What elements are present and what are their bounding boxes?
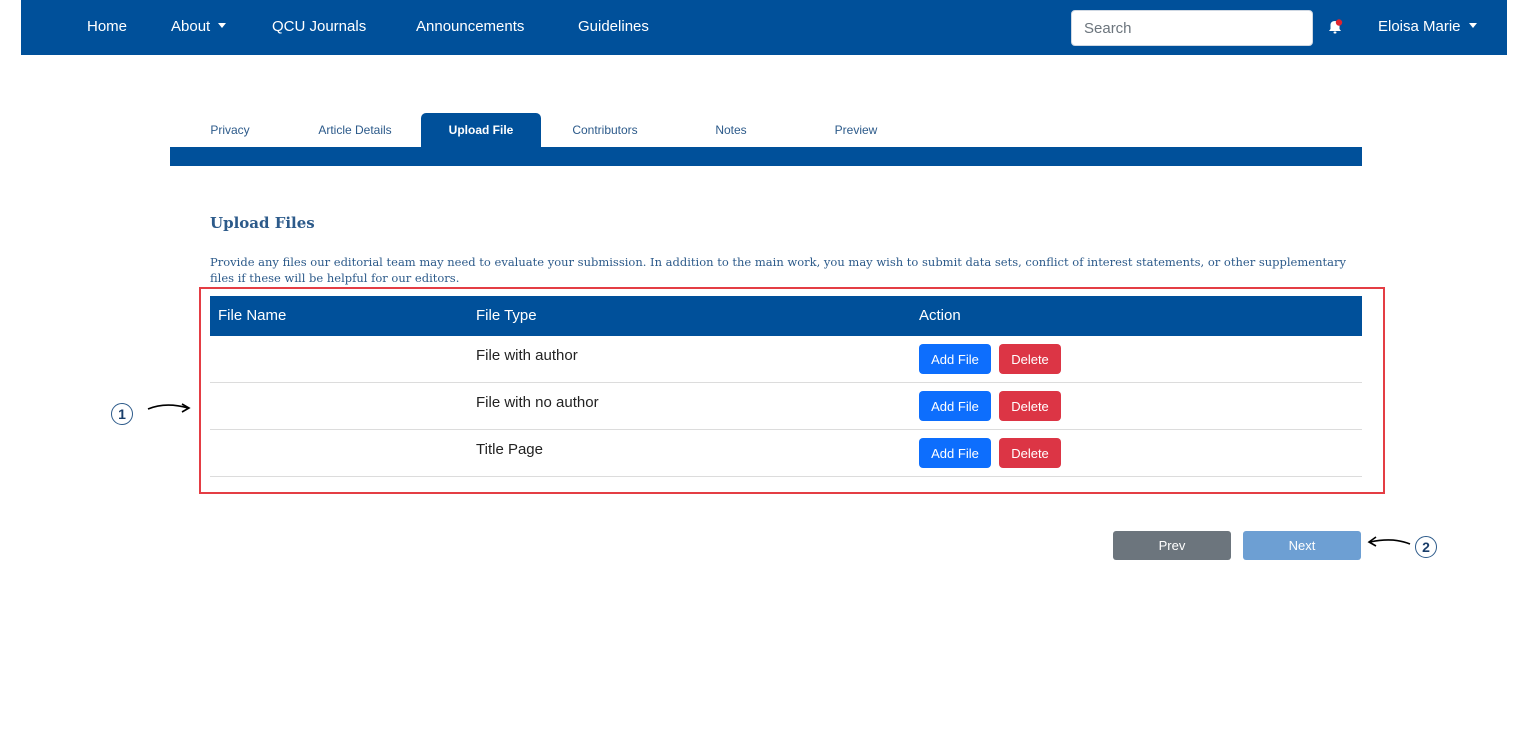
nav-about[interactable]: About [171,18,227,35]
nav-home[interactable]: Home [87,18,127,35]
delete-button[interactable]: Delete [999,438,1061,468]
file-table-header: File Name File Type Action [210,296,1362,336]
tab-upload-file[interactable]: Upload File [421,113,541,147]
table-row: Title Page Add File Delete [210,430,1362,477]
file-type-cell: Title Page [476,441,543,458]
tab-article-details[interactable]: Article Details [306,113,404,147]
arrow-right-icon [147,403,191,413]
column-file-name: File Name [218,307,287,324]
tab-preview[interactable]: Preview [818,113,894,147]
user-name: Eloisa Marie [1378,18,1461,35]
prev-button[interactable]: Prev [1113,531,1231,560]
submission-steps-tabs: Privacy Article Details Upload File Cont… [170,113,1362,147]
file-type-cell: File with author [476,347,578,364]
search-input[interactable] [1071,10,1313,46]
table-row: File with no author Add File Delete [210,383,1362,430]
tab-notes[interactable]: Notes [696,113,766,147]
notification-bell-icon[interactable] [1326,18,1344,36]
add-file-button[interactable]: Add File [919,438,991,468]
column-action: Action [919,307,961,324]
next-button[interactable]: Next [1243,531,1361,560]
nav-guidelines[interactable]: Guidelines [578,18,649,35]
file-type-cell: File with no author [476,394,599,411]
nav-qcu-journals[interactable]: QCU Journals [272,18,366,35]
delete-button[interactable]: Delete [999,391,1061,421]
user-menu[interactable]: Eloisa Marie [1378,18,1477,35]
section-description: Provide any files our editorial team may… [210,255,1346,285]
callout-1: 1 [111,403,133,425]
tab-underline-bar [170,147,1362,166]
nav-announcements[interactable]: Announcements [416,18,524,35]
add-file-button[interactable]: Add File [919,391,991,421]
delete-button[interactable]: Delete [999,344,1061,374]
column-file-type: File Type [476,307,537,324]
callout-2: 2 [1415,536,1437,558]
tab-privacy[interactable]: Privacy [188,113,272,147]
tab-contributors[interactable]: Contributors [557,113,653,147]
add-file-button[interactable]: Add File [919,344,991,374]
chevron-down-icon [218,23,227,28]
nav-about-label: About [171,18,211,35]
page-title: Upload Files [210,214,315,232]
arrow-left-icon [1367,536,1411,547]
table-row: File with author Add File Delete [210,336,1362,383]
chevron-down-icon [1468,23,1477,28]
top-navbar: Home About QCU Journals Announcements Gu… [21,0,1507,55]
